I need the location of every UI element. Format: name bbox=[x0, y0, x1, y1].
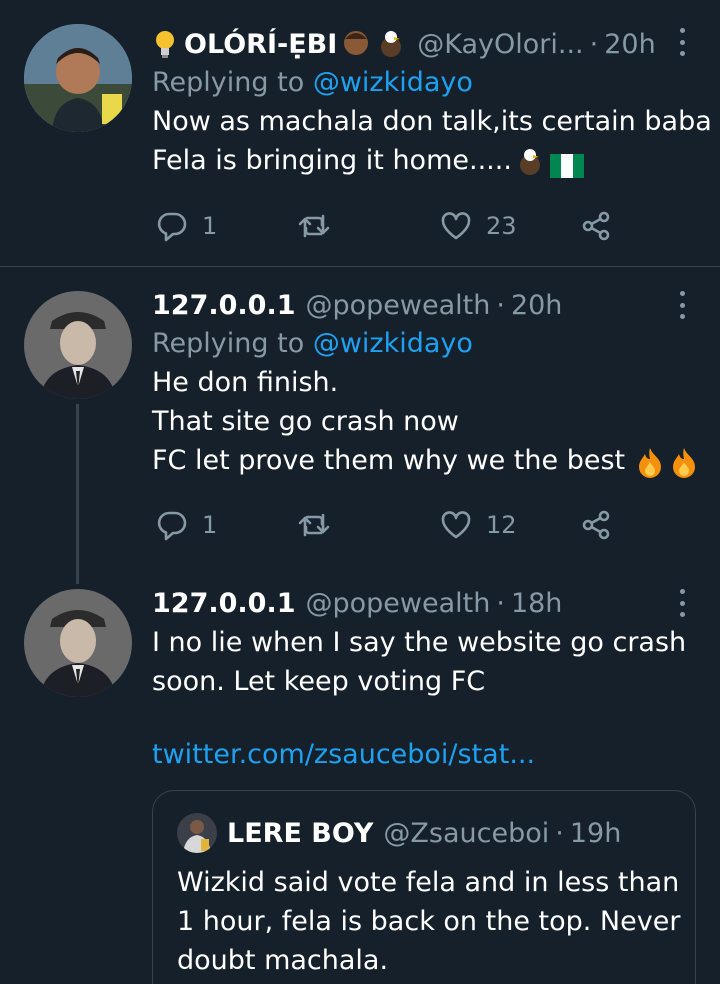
avatar[interactable] bbox=[24, 24, 132, 132]
share-icon bbox=[582, 211, 610, 241]
like-count: 23 bbox=[486, 212, 517, 240]
replying-to-label: Replying to bbox=[152, 67, 305, 98]
user-handle[interactable]: @KayOlori... bbox=[417, 29, 583, 60]
eagle-emoji-icon bbox=[514, 147, 546, 177]
tweet-text-line: FC let prove them why we the best bbox=[152, 441, 696, 480]
nigeria-flag-icon bbox=[549, 150, 584, 178]
tweet-header: 127.0.0.1 @popewealth · 18h bbox=[152, 583, 696, 623]
tweet-header: 127.0.0.1 @popewealth · 20h bbox=[152, 285, 696, 325]
tweet-text-line: He don finish. bbox=[152, 367, 339, 398]
retweet-button[interactable] bbox=[298, 505, 330, 545]
tweet-text-line: That site go crash now bbox=[152, 406, 459, 437]
avatar[interactable] bbox=[24, 589, 132, 697]
retweet-icon bbox=[298, 513, 330, 537]
eagle-emoji-icon bbox=[375, 29, 407, 59]
heart-icon bbox=[441, 212, 471, 240]
like-button[interactable]: 12 bbox=[440, 505, 517, 545]
user-handle[interactable]: @popewealth bbox=[306, 290, 491, 321]
display-name[interactable]: 127.0.0.1 bbox=[152, 290, 296, 321]
share-button[interactable] bbox=[580, 206, 612, 246]
reply-button[interactable]: 1 bbox=[156, 206, 217, 246]
retweet-button[interactable] bbox=[298, 206, 330, 246]
avatar[interactable] bbox=[24, 291, 132, 399]
tweet-1[interactable]: OLÓRÍ-ẸBI @KayOlori... · 20h Replying to… bbox=[0, 0, 720, 266]
tweet-header: OLÓRÍ-ẸBI @KayOlori... · 20h bbox=[152, 24, 696, 64]
tweet-text-line: doubt machala. bbox=[177, 945, 389, 976]
more-vertical-icon[interactable] bbox=[678, 291, 686, 319]
tweet-text-line: I no lie when I say the website go crash bbox=[152, 627, 687, 658]
tweet-text-line: Now as machala don talk,its certain baba bbox=[152, 106, 712, 137]
separator-dot: · bbox=[496, 289, 505, 321]
avatar-image bbox=[24, 291, 132, 399]
reply-icon bbox=[157, 511, 187, 541]
reply-button[interactable]: 1 bbox=[156, 505, 217, 545]
share-button[interactable] bbox=[580, 505, 612, 545]
reply-icon bbox=[157, 212, 187, 242]
separator-dot: · bbox=[555, 817, 564, 849]
quoted-avatar bbox=[177, 813, 217, 853]
separator-dot: · bbox=[589, 28, 599, 60]
reply-count: 1 bbox=[202, 511, 218, 539]
lightbulb-emoji-icon bbox=[152, 29, 178, 59]
tweet-text: Now as machala don talk,its certain baba… bbox=[152, 102, 712, 180]
tweet-text: He don finish. That site go crash now FC… bbox=[152, 363, 696, 480]
quoted-user-handle[interactable]: @Zsauceboi bbox=[383, 818, 549, 849]
fire-emoji-icon bbox=[635, 446, 665, 478]
tweet-2[interactable]: 127.0.0.1 @popewealth · 20h Replying to … bbox=[0, 267, 720, 583]
reply-count: 1 bbox=[202, 212, 218, 240]
quoted-tweet-header: LERE BOY @Zsauceboi · 19h bbox=[177, 813, 621, 853]
replying-to-mention[interactable]: @wizkidayo bbox=[313, 328, 473, 359]
like-count: 12 bbox=[486, 511, 517, 539]
like-button[interactable]: 23 bbox=[440, 206, 517, 246]
separator-dot: · bbox=[496, 587, 505, 619]
timestamp[interactable]: 20h bbox=[511, 290, 562, 321]
tweet-text: I no lie when I say the website go crash… bbox=[152, 623, 696, 701]
fire-emoji-icon bbox=[669, 446, 699, 478]
share-icon bbox=[582, 510, 610, 540]
avatar-image bbox=[24, 24, 132, 132]
tweet-text-line: Fela is bringing it home..... bbox=[152, 141, 696, 180]
replying-to-mention[interactable]: @wizkidayo bbox=[313, 67, 473, 98]
avatar-image bbox=[24, 589, 132, 697]
replying-to-label: Replying to bbox=[152, 328, 305, 359]
heart-icon bbox=[441, 511, 471, 539]
user-handle[interactable]: @popewealth bbox=[306, 588, 491, 619]
quoted-tweet-text: Wizkid said vote fela and in less than 1… bbox=[177, 863, 680, 980]
more-vertical-icon[interactable] bbox=[678, 28, 686, 56]
timestamp[interactable]: 18h bbox=[511, 588, 562, 619]
tweet-text-line: Wizkid said vote fela and in less than bbox=[177, 867, 680, 898]
tweet-text-line: 1 hour, fela is back on the top. Never bbox=[177, 906, 681, 937]
display-name[interactable]: OLÓRÍ-ẸBI bbox=[184, 29, 337, 60]
retweet-icon bbox=[298, 214, 330, 238]
quoted-display-name[interactable]: LERE BOY bbox=[227, 818, 373, 849]
tweet-link[interactable]: twitter.com/zsauceboi/stat... bbox=[152, 739, 696, 770]
tweet-text-line: soon. Let keep voting FC bbox=[152, 666, 486, 697]
person-emoji-icon bbox=[341, 29, 371, 59]
quoted-timestamp[interactable]: 19h bbox=[570, 818, 621, 849]
quoted-tweet[interactable]: LERE BOY @Zsauceboi · 19h Wizkid said vo… bbox=[152, 790, 696, 984]
display-name[interactable]: 127.0.0.1 bbox=[152, 588, 296, 619]
replying-to: Replying to @wizkidayo bbox=[152, 64, 696, 102]
more-vertical-icon[interactable] bbox=[678, 589, 686, 617]
replying-to: Replying to @wizkidayo bbox=[152, 325, 696, 363]
timestamp[interactable]: 20h bbox=[604, 29, 655, 60]
